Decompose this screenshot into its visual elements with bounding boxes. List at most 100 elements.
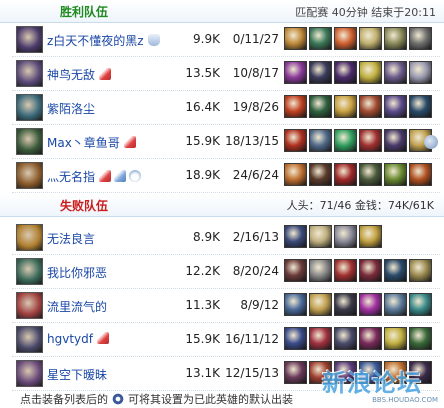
hero-avatar[interactable] [16, 258, 43, 285]
hero-avatar[interactable] [16, 60, 43, 87]
kda-value: 8/20/24 [232, 264, 279, 278]
item-icon[interactable] [334, 163, 357, 186]
hero-avatar[interactable] [16, 224, 43, 251]
item-icon[interactable] [284, 225, 307, 248]
item-icon[interactable] [309, 259, 332, 282]
item-icon[interactable] [334, 327, 357, 350]
item-icon[interactable] [334, 225, 357, 248]
item-icon[interactable] [284, 95, 307, 118]
item-icon[interactable] [409, 163, 432, 186]
player-name-cell[interactable]: 星空下暧昧 [47, 366, 107, 383]
player-row[interactable]: Max丶章鱼哥 15.9K 18/13/15 [12, 126, 440, 159]
player-name-cell[interactable]: 神鸟无敌 [47, 66, 114, 83]
player-badges [99, 170, 144, 184]
item-icon[interactable] [309, 27, 332, 50]
hero-avatar[interactable] [16, 26, 43, 53]
item-icon[interactable] [409, 259, 432, 282]
player-name[interactable]: 紫陌洛尘 [47, 102, 95, 116]
item-icon[interactable] [359, 129, 382, 152]
item-icon[interactable] [334, 293, 357, 316]
item-icon[interactable] [309, 95, 332, 118]
item-icon[interactable] [409, 27, 432, 50]
item-icon[interactable] [284, 163, 307, 186]
item-icon[interactable] [384, 129, 407, 152]
hero-avatar[interactable] [16, 94, 43, 121]
item-icon[interactable] [284, 129, 307, 152]
damage-value: 15.9K [185, 332, 220, 346]
item-icon[interactable] [384, 327, 407, 350]
player-name-cell[interactable]: Max丶章鱼哥 [47, 134, 139, 151]
item-icon[interactable] [334, 129, 357, 152]
player-row[interactable]: 灬无名指 18.9K 24/6/24 [12, 160, 440, 193]
player-row[interactable]: 流里流气的 11.3K 8/9/12 [12, 290, 440, 323]
hero-avatar[interactable] [16, 128, 43, 155]
item-icon[interactable] [284, 327, 307, 350]
item-icon[interactable] [309, 293, 332, 316]
player-name[interactable]: z白天不懂夜的黑z [47, 34, 144, 48]
item-icon[interactable] [359, 259, 382, 282]
player-name-cell[interactable]: 紫陌洛尘 [47, 100, 95, 117]
player-row[interactable]: hgvtydf 15.9K 16/11/12 [12, 324, 440, 357]
player-row[interactable]: 神鸟无敌 13.5K 10/8/17 [12, 58, 440, 91]
hero-avatar[interactable] [16, 360, 43, 387]
item-icon[interactable] [284, 61, 307, 84]
item-icon[interactable] [309, 129, 332, 152]
set-default-build-icon[interactable] [424, 135, 438, 149]
player-name[interactable]: 无法良言 [47, 232, 95, 246]
player-name-cell[interactable]: 无法良言 [47, 230, 95, 247]
player-row[interactable]: 我比你邪恶 12.2K 8/20/24 [12, 256, 440, 289]
item-icon[interactable] [409, 61, 432, 84]
item-icon[interactable] [384, 259, 407, 282]
item-icon[interactable] [359, 95, 382, 118]
item-icon[interactable] [359, 293, 382, 316]
losing-team-title: 失败队伍 [60, 199, 109, 213]
player-name-cell[interactable]: 灬无名指 [47, 168, 144, 185]
item-icon[interactable] [334, 95, 357, 118]
item-icon[interactable] [409, 95, 432, 118]
player-name[interactable]: hgvtydf [47, 332, 93, 346]
player-name[interactable]: 灬无名指 [47, 170, 95, 184]
item-icon[interactable] [309, 163, 332, 186]
player-row[interactable]: 紫陌洛尘 16.4K 19/8/26 [12, 92, 440, 125]
item-icon[interactable] [284, 361, 307, 384]
item-icon[interactable] [309, 327, 332, 350]
kda-value: 19/8/26 [232, 100, 279, 114]
item-icon[interactable] [409, 327, 432, 350]
item-icon[interactable] [359, 225, 382, 248]
item-icon[interactable] [284, 293, 307, 316]
hero-avatar[interactable] [16, 292, 43, 319]
item-icon[interactable] [359, 163, 382, 186]
item-icon[interactable] [334, 27, 357, 50]
hero-avatar[interactable] [16, 162, 43, 189]
player-name-cell[interactable]: 我比你邪恶 [47, 264, 107, 281]
player-name[interactable]: 流里流气的 [47, 300, 107, 314]
item-icon[interactable] [334, 259, 357, 282]
item-icon[interactable] [409, 293, 432, 316]
item-icon[interactable] [334, 61, 357, 84]
item-icon[interactable] [384, 61, 407, 84]
item-icon[interactable] [309, 61, 332, 84]
item-icon[interactable] [359, 327, 382, 350]
player-badges [99, 68, 114, 82]
item-icon[interactable] [284, 27, 307, 50]
player-name[interactable]: 神鸟无敌 [47, 68, 95, 82]
player-name[interactable]: 星空下暧昧 [47, 368, 107, 382]
item-icon[interactable] [359, 61, 382, 84]
item-icon[interactable] [384, 27, 407, 50]
item-icon[interactable] [284, 259, 307, 282]
player-row[interactable]: 无法良言 8.9K 2/16/13 [12, 222, 440, 255]
red-badge-icon [99, 68, 112, 80]
item-icon[interactable] [384, 293, 407, 316]
item-icon[interactable] [384, 95, 407, 118]
player-name[interactable]: Max丶章鱼哥 [47, 136, 120, 150]
player-name-cell[interactable]: hgvtydf [47, 332, 112, 346]
player-name-cell[interactable]: z白天不懂夜的黑z [47, 32, 163, 49]
item-icon[interactable] [359, 27, 382, 50]
player-row[interactable]: z白天不懂夜的黑z 9.9K 0/11/27 [12, 24, 440, 57]
damage-value: 16.4K [185, 100, 220, 114]
player-name-cell[interactable]: 流里流气的 [47, 298, 107, 315]
item-icon[interactable] [309, 225, 332, 248]
hero-avatar[interactable] [16, 326, 43, 353]
item-icon[interactable] [384, 163, 407, 186]
player-name[interactable]: 我比你邪恶 [47, 266, 107, 280]
